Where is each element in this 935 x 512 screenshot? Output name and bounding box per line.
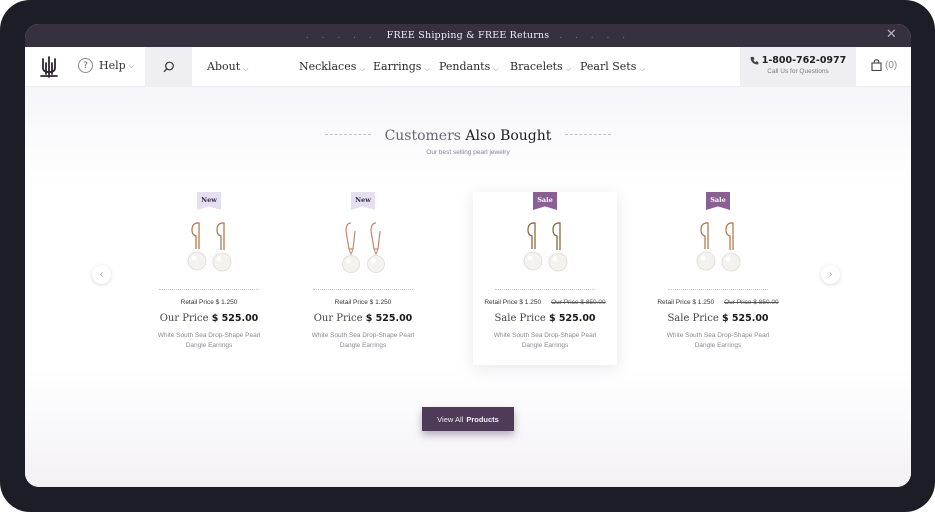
carousel-prev-button[interactable]: ‹ (92, 265, 111, 284)
retail-price: Retail Price $ 1.250 (334, 299, 392, 306)
earrings-image (342, 222, 385, 273)
section-title: Customers Also Bought (25, 128, 911, 144)
price-label: Sale Price (494, 313, 546, 324)
shopping-bag-icon (871, 59, 882, 71)
chevron-right-icon: › (828, 269, 833, 280)
price-value: $ 525.00 (721, 313, 769, 324)
site-header: ? Help ⌵ About ⌵ Necklaces ⌵ Earrings ⌵ Pen (25, 47, 911, 87)
chevron-down-icon: ⌵ (424, 65, 430, 73)
cart-button[interactable]: (0) (871, 59, 897, 71)
price-line: Our Price $ 525.00 (137, 313, 281, 324)
search-button[interactable] (145, 47, 192, 87)
product-card[interactable]: New Retail Price $ 1.250 Our Price $ 525… (291, 192, 435, 365)
nav-pendants-label: Pendants (439, 60, 491, 73)
promo-text: FREE Shipping & FREE Returns (386, 30, 550, 41)
card-divider (159, 289, 259, 290)
product-card[interactable]: New Retail Price $ 1.250 Our Price $ 525… (137, 192, 281, 365)
search-icon (163, 61, 174, 73)
view-all-bold: Products (466, 414, 499, 424)
phone-number: 1-800-762-0977 (761, 55, 847, 66)
title-divider-left (325, 133, 372, 135)
price-label: Our Price (313, 313, 363, 324)
chevron-down-icon: ⌵ (359, 65, 365, 73)
product-card[interactable]: Sale Retail Price $ 1.250 Our Price $ 85… (646, 192, 790, 365)
product-name[interactable]: White South Sea Drop-Shape Pearl Dangle … (658, 331, 778, 350)
chevron-down-icon: ⌵ (565, 65, 571, 73)
promo-dots-right: . . . . . (559, 30, 631, 41)
price-line: Sale Price $ 525.00 (473, 313, 617, 324)
nav-pearl-sets-label: Pearl Sets (580, 60, 637, 73)
chevron-down-icon: ⌵ (639, 65, 645, 73)
card-divider (495, 289, 595, 290)
price-value: $ 525.00 (211, 313, 259, 324)
earrings-image (187, 222, 232, 272)
chevron-left-icon: ‹ (99, 269, 104, 280)
new-badge: New (351, 192, 375, 210)
price-line: Our Price $ 525.00 (291, 313, 435, 324)
product-card[interactable]: Sale Retail Price $ 1.250 Our Price $ 85… (473, 192, 617, 365)
cart-count: (0) (885, 59, 898, 71)
question-circle-icon: ? (78, 58, 93, 73)
old-price: Our Price $ 850.00 (724, 299, 779, 306)
nav-earrings[interactable]: Earrings ⌵ (373, 60, 430, 73)
close-icon[interactable]: ✕ (886, 28, 897, 42)
phone-icon (750, 56, 759, 65)
promo-dots-left: . . . . . (305, 30, 377, 41)
phone-contact[interactable]: 1-800-762-0977 Call Us for Questions (740, 47, 856, 87)
product-name[interactable]: White South Sea Drop-Shape Pearl Dangle … (485, 331, 605, 350)
nav-about-label: About (207, 60, 241, 73)
nav-bracelets-label: Bracelets (510, 60, 563, 73)
product-name[interactable]: White South Sea Drop-Shape Pearl Dangle … (149, 331, 269, 350)
trident-logo-icon[interactable] (39, 56, 59, 78)
browser-screen: . . . . . FREE Shipping & FREE Returns .… (25, 24, 911, 487)
device-frame: . . . . . FREE Shipping & FREE Returns .… (0, 0, 935, 512)
earrings-image (523, 222, 568, 272)
price-label: Sale Price (667, 313, 719, 324)
chevron-down-icon: ⌵ (128, 62, 134, 70)
view-all-products-button[interactable]: View All Products (422, 407, 514, 431)
view-all-label: View All (437, 414, 464, 424)
price-line: Sale Price $ 525.00 (646, 313, 790, 324)
price-label: Our Price (159, 313, 209, 324)
price-row: Retail Price $ 1.250 (137, 299, 281, 306)
nav-earrings-label: Earrings (373, 60, 422, 73)
old-price: Our Price $ 850.00 (551, 299, 606, 306)
help-label: Help (99, 59, 126, 72)
retail-price: Retail Price $ 1.250 (484, 299, 542, 306)
carousel-next-button[interactable]: › (821, 265, 840, 284)
nav-about[interactable]: About ⌵ (207, 60, 248, 73)
help-menu[interactable]: ? Help ⌵ (78, 58, 134, 73)
price-value: $ 525.00 (548, 313, 596, 324)
product-name[interactable]: White South Sea Drop-Shape Pearl Dangle … (303, 331, 423, 350)
sale-badge: Sale (533, 192, 557, 210)
price-row: Retail Price $ 1.250 Our Price $ 850.00 (473, 299, 617, 306)
price-row: Retail Price $ 1.250 Our Price $ 850.00 (646, 299, 790, 306)
promo-bar: . . . . . FREE Shipping & FREE Returns .… (25, 24, 911, 47)
retail-price: Retail Price $ 1.250 (180, 299, 238, 306)
section-title-light: Customers (384, 128, 461, 144)
new-badge: New (197, 192, 221, 210)
nav-necklaces[interactable]: Necklaces ⌵ (299, 60, 365, 73)
card-divider (313, 289, 413, 290)
section-subtitle: Our best selling pearl jewelry (426, 149, 510, 156)
card-divider (668, 289, 768, 290)
chevron-down-icon: ⌵ (493, 65, 499, 73)
nav-pendants[interactable]: Pendants ⌵ (439, 60, 499, 73)
nav-bracelets[interactable]: Bracelets ⌵ (510, 60, 571, 73)
phone-subtitle: Call Us for Questions (767, 68, 829, 75)
customers-also-bought-section: Customers Also Bought Our best selling p… (25, 87, 911, 487)
nav-necklaces-label: Necklaces (299, 60, 357, 73)
nav-pearl-sets[interactable]: Pearl Sets ⌵ (580, 60, 645, 73)
section-title-bold: Also Bought (465, 128, 552, 144)
title-divider-right (564, 133, 611, 135)
earrings-image (696, 222, 741, 272)
retail-price: Retail Price $ 1.250 (657, 299, 715, 306)
price-value: $ 525.00 (365, 313, 413, 324)
phone-number-row: 1-800-762-0977 (740, 55, 856, 66)
sale-badge: Sale (706, 192, 730, 210)
price-row: Retail Price $ 1.250 (291, 299, 435, 306)
chevron-down-icon: ⌵ (243, 65, 249, 73)
